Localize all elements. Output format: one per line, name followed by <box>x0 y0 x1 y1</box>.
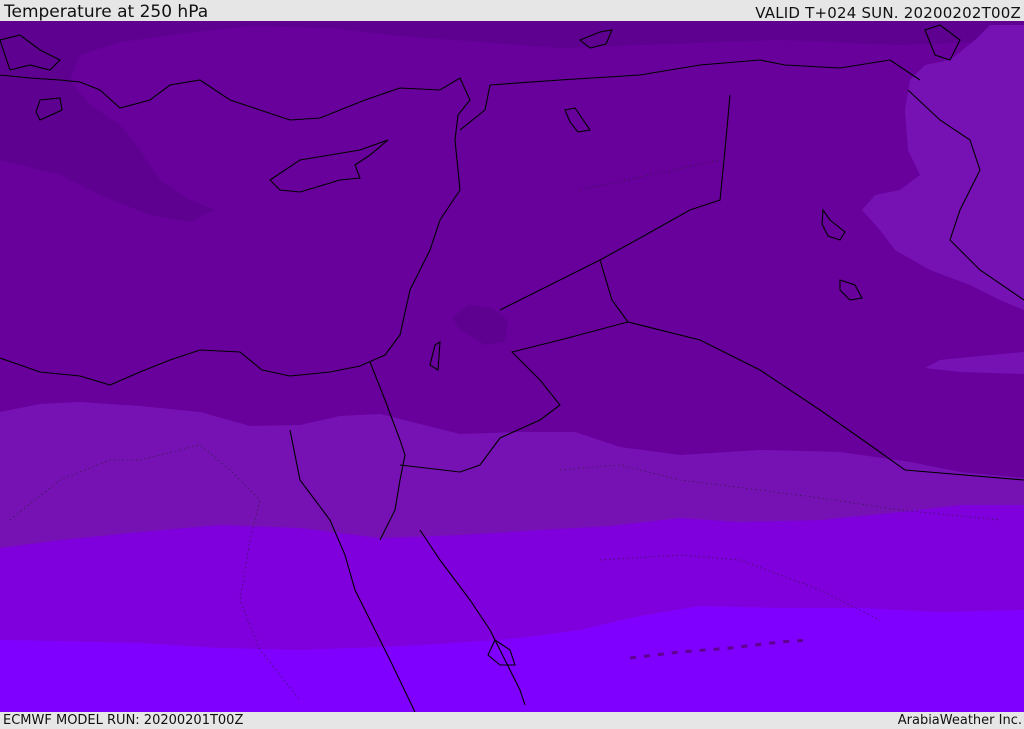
weather-map[interactable] <box>0 21 1024 712</box>
credit: ArabiaWeather Inc. <box>897 713 1022 728</box>
map-title: Temperature at 250 hPa <box>4 2 209 22</box>
model-run: ECMWF MODEL RUN: 20200201T00Z <box>3 713 244 728</box>
valid-time: VALID T+024 SUN. 20200202T00Z <box>755 4 1021 22</box>
header-bar: Temperature at 250 hPa VALID T+024 SUN. … <box>0 0 1024 21</box>
footer-bar: ECMWF MODEL RUN: 20200201T00Z ArabiaWeat… <box>0 712 1024 729</box>
map-canvas <box>0 21 1024 712</box>
